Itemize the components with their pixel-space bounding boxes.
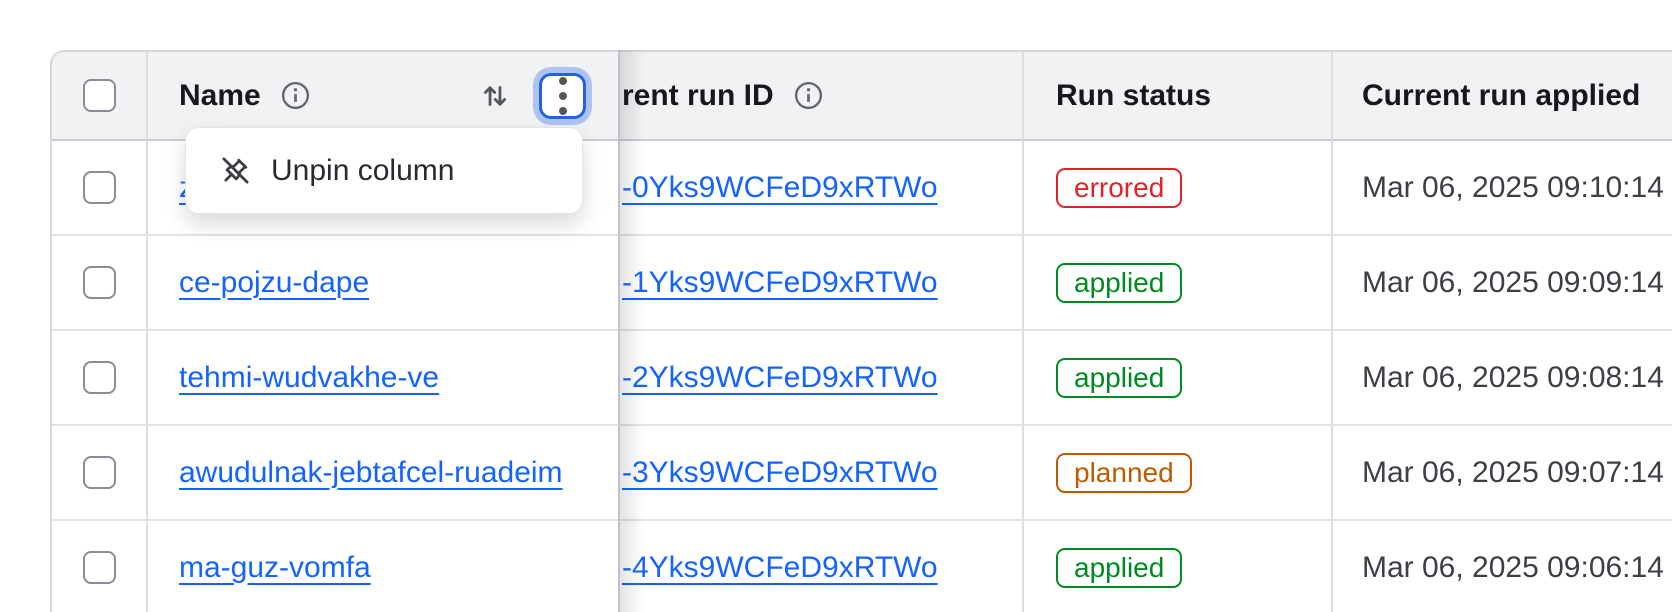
run-id-link[interactable]: -3Yks9WCFeD9xRTWo [622, 456, 938, 490]
row-status-cell: applied [1024, 236, 1333, 331]
info-icon[interactable] [279, 79, 312, 112]
table-row: awudulnak-jebtafcel-ruadeim -3Yks9WCFeD9… [52, 426, 1672, 521]
workspace-link[interactable]: awudulnak-jebtafcel-ruadeim [179, 456, 563, 490]
row-select-cell [52, 236, 148, 331]
applied-timestamp: Mar 06, 2025 09:09:14 am [1362, 266, 1672, 300]
kebab-dot [559, 77, 567, 85]
kebab-dot [559, 107, 567, 115]
row-checkbox[interactable] [83, 361, 116, 394]
applied-timestamp: Mar 06, 2025 09:07:14 am [1362, 456, 1672, 490]
menu-item-label: Unpin column [271, 154, 454, 188]
header-run-id-cell: rent run ID [620, 52, 1024, 141]
row-status-cell: planned [1024, 426, 1333, 521]
workspace-link[interactable]: ce-pojzu-dape [179, 266, 369, 300]
sort-arrows-icon[interactable] [478, 79, 512, 113]
applied-timestamp: Mar 06, 2025 09:06:14 am [1362, 551, 1672, 585]
row-checkbox[interactable] [83, 266, 116, 299]
header-select-cell [52, 52, 148, 141]
status-badge: planned [1056, 453, 1192, 493]
table-row: ma-guz-vomfa -4Yks9WCFeD9xRTWo applied M… [52, 521, 1672, 612]
run-id-link[interactable]: -2Yks9WCFeD9xRTWo [622, 361, 938, 395]
run-status-column-label: Run status [1056, 79, 1211, 113]
row-run-id-cell: -3Yks9WCFeD9xRTWo [620, 426, 1024, 521]
row-run-id-cell: -1Yks9WCFeD9xRTWo [620, 236, 1024, 331]
row-applied-cell: Mar 06, 2025 09:07:14 am [1333, 426, 1672, 521]
status-badge: errored [1056, 168, 1182, 208]
row-applied-cell: Mar 06, 2025 09:06:14 am [1333, 521, 1672, 612]
row-name-cell: ce-pojzu-dape [148, 236, 620, 331]
workspaces-table-view: Name [0, 0, 1672, 612]
row-name-cell: tehmi-wudvakhe-ve [148, 331, 620, 426]
kebab-dot [559, 92, 567, 100]
workspace-link[interactable]: ma-guz-vomfa [179, 551, 371, 585]
pin-off-icon [220, 155, 251, 186]
name-column-label: Name [179, 79, 261, 113]
status-badge: applied [1056, 358, 1182, 398]
row-run-id-cell: -0Yks9WCFeD9xRTWo [620, 141, 1024, 236]
row-name-cell: ma-guz-vomfa [148, 521, 620, 612]
row-status-cell: errored [1024, 141, 1333, 236]
row-run-id-cell: -2Yks9WCFeD9xRTWo [620, 331, 1024, 426]
run-id-link[interactable]: -0Yks9WCFeD9xRTWo [622, 171, 938, 205]
row-applied-cell: Mar 06, 2025 09:09:14 am [1333, 236, 1672, 331]
row-select-cell [52, 521, 148, 612]
menu-item-unpin-column[interactable]: Unpin column [220, 128, 582, 213]
row-select-cell [52, 331, 148, 426]
header-current-run-applied-cell: Current run applied [1333, 52, 1672, 141]
row-status-cell: applied [1024, 331, 1333, 426]
info-icon[interactable] [792, 79, 825, 112]
column-options-button[interactable] [539, 73, 586, 119]
row-applied-cell: Mar 06, 2025 09:08:14 am [1333, 331, 1672, 426]
status-badge: applied [1056, 263, 1182, 303]
row-name-cell: awudulnak-jebtafcel-ruadeim [148, 426, 620, 521]
row-run-id-cell: -4Yks9WCFeD9xRTWo [620, 521, 1024, 612]
run-id-link[interactable]: -1Yks9WCFeD9xRTWo [622, 266, 938, 300]
row-applied-cell: Mar 06, 2025 09:10:14 am [1333, 141, 1672, 236]
table-row: tehmi-wudvakhe-ve -2Yks9WCFeD9xRTWo appl… [52, 331, 1672, 426]
select-all-checkbox[interactable] [83, 79, 116, 112]
row-select-cell [52, 426, 148, 521]
table-row: ce-pojzu-dape -1Yks9WCFeD9xRTWo applied … [52, 236, 1672, 331]
applied-timestamp: Mar 06, 2025 09:08:14 am [1362, 361, 1672, 395]
applied-timestamp: Mar 06, 2025 09:10:14 am [1362, 171, 1672, 205]
row-checkbox[interactable] [83, 551, 116, 584]
workspace-link[interactable]: tehmi-wudvakhe-ve [179, 361, 439, 395]
status-badge: applied [1056, 548, 1182, 588]
run-id-column-label: rent run ID [622, 79, 774, 113]
current-run-applied-column-label: Current run applied [1362, 79, 1640, 113]
row-status-cell: applied [1024, 521, 1333, 612]
run-id-link[interactable]: -4Yks9WCFeD9xRTWo [622, 551, 938, 585]
row-checkbox[interactable] [83, 456, 116, 489]
row-select-cell [52, 141, 148, 236]
column-menu: Unpin column [185, 127, 583, 214]
row-checkbox[interactable] [83, 171, 116, 204]
header-run-status-cell: Run status [1024, 52, 1333, 141]
